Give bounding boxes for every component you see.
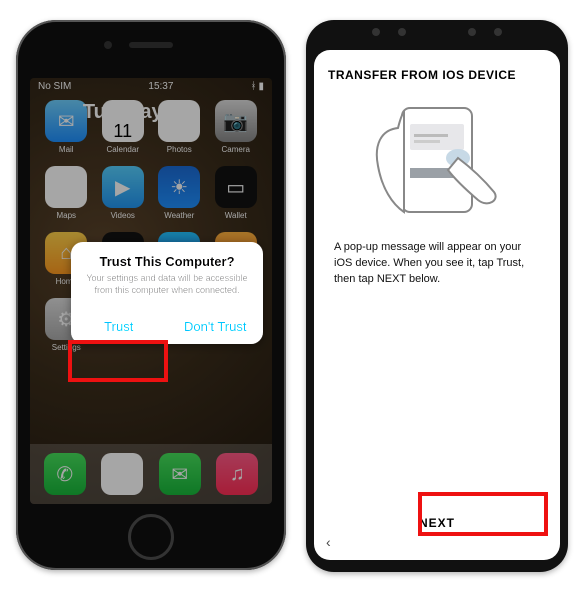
messages-icon[interactable]: ✉ [159,453,201,495]
calendar-icon: Tuesday11 [102,100,144,142]
app-label: Videos [99,211,148,220]
instruction-text: A pop-up message will appear on your iOS… [314,230,560,288]
trust-popup: Trust This Computer? Your settings and d… [71,242,263,344]
videos-icon: ▶ [102,166,144,208]
iphone-speaker [129,42,173,48]
next-button[interactable]: NEXT [314,502,560,544]
wallet-icon: ▭ [215,166,257,208]
phone-icon[interactable]: ✆ [44,453,86,495]
illustration [314,96,560,230]
photos-icon: ✿ [158,100,200,142]
battery-icon: ▮ [258,81,264,92]
camera-icon: 📷 [215,100,257,142]
app-photos[interactable]: ✿ Photos [155,100,204,154]
app-camera[interactable]: 📷 Camera [212,100,261,154]
samsung-device-frame: TRANSFER FROM IOS DEVICE A pop-up messag… [306,20,568,572]
popup-title: Trust This Computer? [71,242,263,273]
app-label: Settings [42,343,91,352]
safari-icon[interactable]: ◎ [101,453,143,495]
app-videos[interactable]: ▶ Videos [99,166,148,220]
iphone-device-frame: No SIM 15:37 ᚼ ▮ ✉ Mail Tuesday11 Calendar ✿… [16,20,286,570]
app-label: Photos [155,145,204,154]
home-button[interactable] [128,514,174,560]
status-bar: No SIM 15:37 ᚼ ▮ [30,78,272,94]
hand-tap-illustration-icon [362,100,512,220]
home-row-1: ✉ Mail Tuesday11 Calendar ✿ Photos 📷 Camera [30,94,272,160]
dont-trust-button[interactable]: Don't Trust [167,309,264,344]
status-icons: ᚼ ▮ [250,81,264,92]
back-button[interactable]: ‹ [326,534,331,550]
samsung-sensors [306,28,568,44]
app-label: Wallet [212,211,261,220]
carrier-label: No SIM [38,81,71,92]
bluetooth-icon: ᚼ [250,81,256,92]
app-weather[interactable]: ☀ Weather [155,166,204,220]
mail-icon: ✉ [45,100,87,142]
app-calendar[interactable]: Tuesday11 Calendar [99,100,148,154]
popup-buttons: Trust Don't Trust [71,308,263,344]
iphone-front-camera [104,41,112,49]
weather-icon: ☀ [158,166,200,208]
app-label: Weather [155,211,204,220]
maps-icon: ➤ [45,166,87,208]
app-label: Maps [42,211,91,220]
home-row-2: ➤ Maps ▶ Videos ☀ Weather ▭ Wallet [30,160,272,226]
popup-body: Your settings and data will be accessibl… [71,273,263,308]
trust-button[interactable]: Trust [71,309,167,344]
music-icon[interactable]: ♫ [216,453,258,495]
app-label: Mail [42,145,91,154]
samsung-screen: TRANSFER FROM IOS DEVICE A pop-up messag… [314,50,560,560]
app-label: Calendar [99,145,148,154]
iphone-dock: ✆ ◎ ✉ ♫ [30,444,272,504]
app-maps[interactable]: ➤ Maps [42,166,91,220]
page-title: TRANSFER FROM IOS DEVICE [314,50,560,96]
app-label: Camera [212,145,261,154]
app-wallet[interactable]: ▭ Wallet [212,166,261,220]
clock-label: 15:37 [148,81,173,92]
